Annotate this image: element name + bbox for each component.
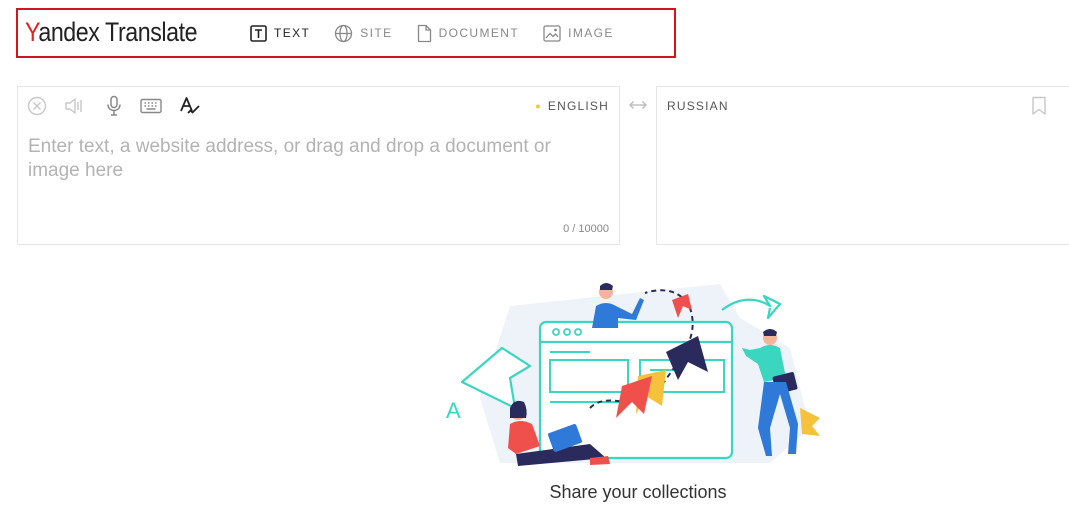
app-root: Yandex Translate TEXT SITE DOCUMENT IMAG… (0, 0, 1069, 512)
text-icon (250, 24, 267, 42)
source-text-input[interactable] (28, 135, 598, 215)
tab-text-label: TEXT (274, 26, 311, 40)
globe-icon (335, 24, 353, 42)
character-counter: 0 / 10000 (563, 223, 609, 235)
logo-text: andex Translate (38, 17, 198, 47)
voice-input-button[interactable] (103, 95, 125, 117)
listen-button[interactable] (64, 95, 86, 117)
clear-icon (27, 96, 47, 116)
target-panel: RUSSIAN (656, 86, 1069, 245)
target-language-select[interactable]: RUSSIAN (667, 99, 729, 113)
source-language-select[interactable]: ● ENGLISH (535, 99, 609, 113)
virtual-keyboard-button[interactable] (140, 95, 162, 117)
tab-site[interactable]: SITE (334, 24, 392, 43)
collections-illustration: A (446, 283, 820, 466)
tab-document[interactable]: DOCUMENT (417, 24, 520, 43)
promo-caption: Share your collections (549, 482, 727, 502)
bookmark-button[interactable] (1031, 96, 1047, 121)
tab-site-label: SITE (360, 26, 393, 40)
bookmark-icon (1032, 96, 1046, 115)
keyboard-icon (140, 98, 162, 114)
tab-document-label: DOCUMENT (438, 26, 520, 40)
mode-tabs: TEXT SITE DOCUMENT IMAGE (250, 10, 638, 56)
tab-image-label: IMAGE (568, 26, 614, 40)
clear-button[interactable] (26, 95, 48, 117)
document-icon (417, 24, 431, 42)
speaker-icon (65, 98, 82, 114)
swap-languages-button[interactable] (627, 97, 649, 113)
letter-a-icon: A (446, 398, 461, 423)
microphone-icon (107, 95, 121, 116)
spellcheck-icon (180, 97, 200, 114)
logo[interactable]: Yandex Translate (25, 16, 198, 48)
tab-image[interactable]: IMAGE (543, 24, 614, 42)
spellcheck-button[interactable] (179, 95, 201, 117)
header-highlight: Yandex Translate TEXT SITE DOCUMENT IMAG… (16, 8, 676, 58)
detected-star-icon: ● (535, 101, 542, 111)
swap-arrows-icon (629, 101, 647, 109)
source-language-label: ENGLISH (547, 99, 609, 113)
source-panel: ● ENGLISH 0 / 10000 (17, 86, 620, 245)
logo-initial: Y (25, 17, 39, 47)
tab-text[interactable]: TEXT (250, 24, 311, 42)
image-icon (543, 24, 561, 42)
